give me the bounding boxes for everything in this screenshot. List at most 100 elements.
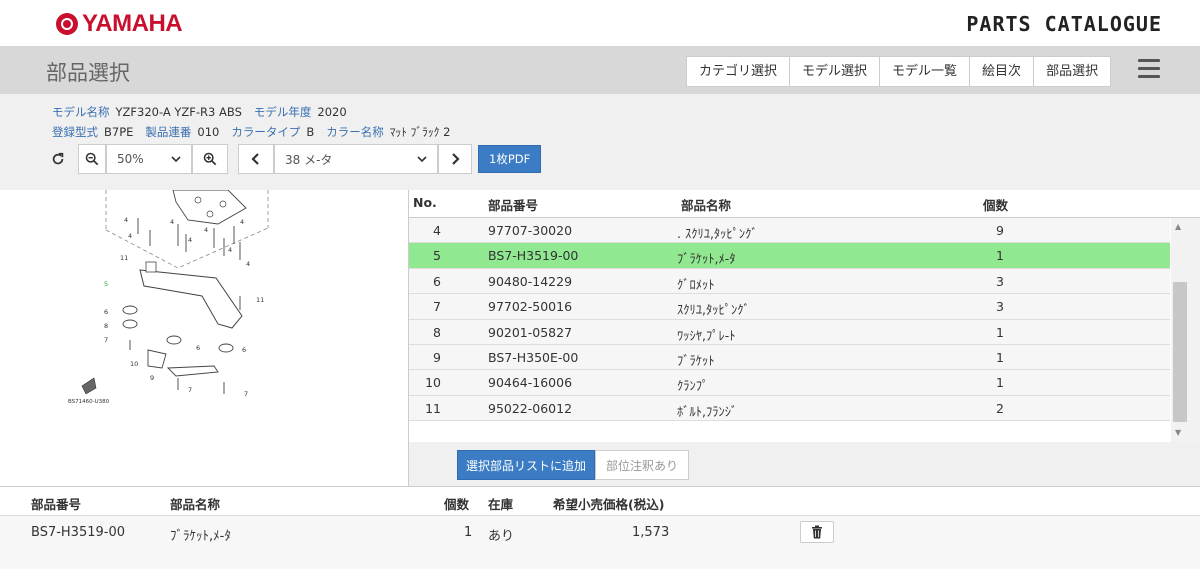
parts-table-header: No. 部品番号 部品名称 個数 [409, 190, 1200, 218]
model-name-label: モデル名称 [52, 105, 110, 119]
prev-figure-button[interactable] [238, 144, 274, 174]
row-part-name: ｸﾞﾛﾒｯﾄ [677, 276, 715, 292]
selected-list-row: BS7-H3519-00 ﾌﾞﾗｹｯﾄ,ﾒ-ﾀ 1 あり 1,573 [0, 516, 1200, 569]
scroll-up-arrow-icon[interactable]: ▲ [1175, 222, 1181, 231]
tab-parts-select[interactable]: 部品選択 [1034, 56, 1112, 87]
scroll-down-arrow-icon[interactable]: ▼ [1175, 428, 1181, 437]
parts-scrollbar[interactable]: ▲ ▼ [1171, 218, 1200, 442]
zoom-select[interactable]: 50% [106, 144, 192, 174]
tab-category-select[interactable]: カテゴリ選択 [686, 56, 791, 87]
diagram-label: 4 [228, 246, 232, 254]
sel-price: 1,573 [632, 525, 670, 540]
row-no: 6 [433, 273, 441, 289]
row-part-number: BS7-H3519-00 [488, 248, 579, 264]
serial-label: 製品連番 [145, 125, 192, 139]
parts-diagram[interactable]: 4 4 4 4 4 4 4 4 11 5 11 6 8 7 6 6 10 9 7… [28, 190, 348, 440]
col-qty: 個数 [983, 198, 1009, 213]
model-info-panel: モデル名称 YZF320-A YZF-R3 ABS モデル年度 2020 登録型式 B7… [0, 94, 1200, 190]
next-figure-button[interactable] [438, 144, 472, 174]
diagram-label: 6 [196, 344, 200, 352]
row-qty: 9 [996, 223, 1004, 238]
single-pdf-button[interactable]: 1枚PDF [478, 145, 542, 173]
sel-col-qty: 個数 [444, 497, 470, 512]
info-line-registration: 登録型式 B7PE 製品連番 010 カラータイプ B カラー名称 ﾏｯﾄ ﾌﾞﾗｯｸ 2 [52, 124, 462, 140]
part-annotation-button[interactable]: 部位注釈あり [595, 450, 690, 480]
tab-picture-index[interactable]: 絵目次 [970, 56, 1035, 87]
table-row[interactable]: 8 90201-05827 ﾜｯｼﾔ,ﾌﾟﾚ-ﾄ 1 [409, 319, 1170, 345]
table-row[interactable]: 11 95022-06012 ﾎﾞﾙﾄ,ﾌﾗﾝｼﾞ 2 [409, 395, 1170, 422]
table-row[interactable]: 4 97707-30020 . ｽｸﾘﾕ,ﾀｯﾋﾟﾝｸﾞ 9 [409, 218, 1170, 244]
row-qty: 3 [996, 299, 1004, 315]
model-year-label: モデル年度 [253, 105, 312, 119]
diagram-label-selected: 5 [104, 280, 108, 288]
tab-model-select[interactable]: モデル選択 [790, 56, 881, 87]
sel-col-stock: 在庫 [488, 497, 514, 512]
model-year-value: 2020 [317, 105, 347, 119]
row-no: 4 [433, 223, 441, 238]
diagram-label: 6 [242, 346, 246, 354]
yamaha-logo[interactable]: YAMAHA [56, 10, 183, 38]
diagram-label: 4 [204, 226, 208, 234]
diagram-label: 7 [244, 390, 248, 398]
row-part-name: ﾌﾞﾗｹｯﾄ,ﾒ-ﾀ [677, 251, 736, 267]
serial-value: 010 [197, 125, 220, 139]
table-row[interactable]: 10 90464-16006 ｸﾗﾝﾌﾟ 1 [409, 370, 1170, 396]
row-part-name: ﾌﾞﾗｹｯﾄ [677, 352, 715, 368]
diagram-label: 7 [104, 336, 108, 344]
table-row[interactable]: 6 90480-14229 ｸﾞﾛﾒｯﾄ 3 [409, 268, 1170, 295]
top-header: YAMAHA PARTS CATALOGUE [0, 0, 1200, 46]
viewer-controls: 50% 38 メ-タ 1枚PDF [44, 144, 542, 174]
diagram-label: 4 [128, 232, 132, 240]
figure-select[interactable]: 38 メ-タ [274, 144, 438, 174]
table-row[interactable]: 9 BS7-H350E-00 ﾌﾞﾗｹｯﾄ 1 [409, 344, 1170, 371]
row-no: 5 [433, 248, 441, 264]
model-name-value: YZF320-A YZF-R3 ABS [115, 105, 242, 119]
page-title: 部品選択 [46, 61, 130, 85]
brand-name: YAMAHA [82, 10, 183, 37]
diagram-label: 11 [120, 254, 128, 262]
sel-col-part-name: 部品名称 [170, 497, 221, 512]
row-part-name: ﾎﾞﾙﾄ,ﾌﾗﾝｼﾞ [677, 403, 738, 419]
chevron-down-icon [171, 156, 181, 163]
row-part-number: 90464-16006 [488, 375, 573, 391]
row-no: 11 [425, 400, 441, 416]
row-qty: 1 [996, 248, 1004, 264]
row-part-name: ﾜｯｼﾔ,ﾌﾟﾚ-ﾄ [677, 327, 736, 343]
diagram-label: 4 [124, 216, 128, 224]
zoom-out-button[interactable] [78, 144, 106, 174]
sel-part-number: BS7-H3519-00 [31, 525, 125, 540]
row-no: 10 [425, 375, 441, 391]
row-qty: 1 [996, 375, 1004, 391]
reg-type-label: 登録型式 [52, 125, 98, 139]
delete-button[interactable] [800, 521, 834, 543]
col-no: No. [413, 195, 437, 210]
zoom-in-icon [203, 152, 217, 166]
hamburger-menu-icon[interactable] [1138, 59, 1160, 79]
zoom-out-icon [85, 152, 99, 166]
refresh-button[interactable] [44, 144, 72, 174]
exploded-view-drawing: 4 4 4 4 4 4 4 4 11 5 11 6 8 7 6 6 10 9 7… [68, 190, 269, 405]
row-qty: 2 [996, 400, 1004, 416]
title-bar: 部品選択 カテゴリ選択 モデル選択 モデル一覧 絵目次 部品選択 [0, 46, 1200, 94]
parts-catalogue-logo: PARTS CATALOGUE [966, 12, 1162, 36]
diagram-label: 8 [104, 322, 108, 330]
table-row-selected[interactable]: 5 BS7-H3519-00 ﾌﾞﾗｹｯﾄ,ﾒ-ﾀ 1 [409, 243, 1170, 269]
refresh-icon [52, 152, 64, 165]
parts-actions: 選択部品リストに追加 部位注釈あり [409, 442, 1200, 486]
diagram-label: 7 [188, 386, 192, 394]
diagram-label: 9 [150, 374, 154, 382]
sel-part-name: ﾌﾞﾗｹｯﾄ,ﾒ-ﾀ [170, 529, 231, 544]
table-row[interactable]: 7 97702-50016 ｽｸﾘﾕ,ﾀｯﾋﾟﾝｸﾞ 3 [409, 294, 1170, 320]
zoom-value: 50% [117, 152, 144, 166]
scroll-thumb[interactable] [1173, 282, 1187, 422]
add-to-selected-list-button[interactable]: 選択部品リストに追加 [457, 450, 596, 480]
zoom-in-button[interactable] [192, 144, 228, 174]
color-name-label: カラー名称 [326, 125, 384, 139]
row-qty: 3 [996, 273, 1004, 289]
color-type-label: カラータイプ [231, 125, 301, 139]
sel-col-part-number: 部品番号 [31, 497, 82, 512]
tab-model-list[interactable]: モデル一覧 [880, 56, 971, 87]
color-name-value: ﾏｯﾄ ﾌﾞﾗｯｸ 2 [389, 125, 451, 139]
color-type-value: B [306, 125, 315, 139]
chevron-left-icon [251, 153, 259, 165]
